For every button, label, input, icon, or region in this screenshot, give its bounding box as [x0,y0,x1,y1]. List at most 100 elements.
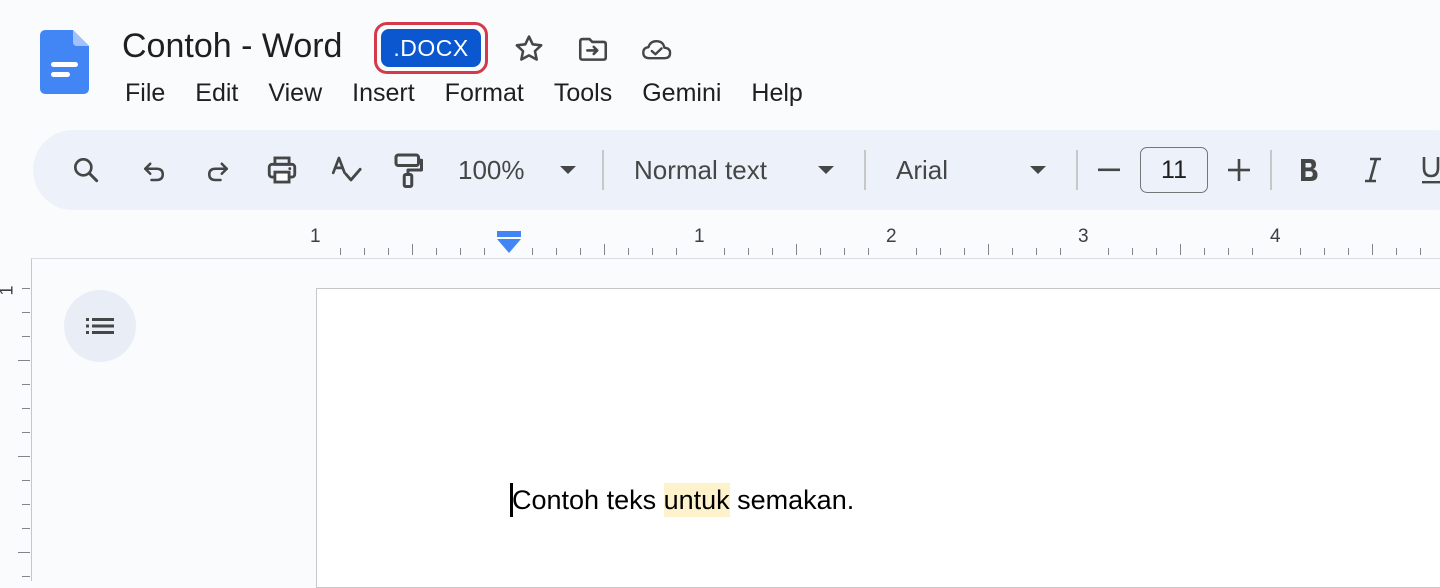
vertical-ruler-tick [22,288,30,289]
font-select[interactable]: Arial [896,146,1016,194]
ruler-number: 1 [694,226,705,247]
ruler-tick [868,248,869,255]
horizontal-ruler[interactable] [0,222,1440,258]
menu-gemini[interactable]: Gemini [627,76,736,110]
ruler-tick [1204,248,1205,255]
spellcheck-icon[interactable] [326,146,366,194]
move-to-folder-icon[interactable] [576,32,610,66]
ruler-tick [796,244,797,255]
ruler-tick [580,248,581,255]
ruler-tick [1420,248,1421,255]
ruler-tick [556,248,557,255]
vertical-ruler[interactable] [0,258,30,580]
ruler-number: 4 [1270,226,1281,247]
ruler-tick [676,248,677,255]
docs-logo-icon[interactable] [40,30,89,94]
vertical-ruler-tick [22,504,30,505]
bold-icon[interactable] [1292,146,1326,194]
vertical-ruler-tick [22,480,30,481]
underline-icon[interactable] [1420,146,1440,194]
document-page[interactable] [316,288,1440,588]
vertical-ruler-tick [22,576,30,577]
ruler-number: 2 [886,226,897,247]
ruler-tick [532,248,533,255]
italic-icon[interactable] [1356,146,1390,194]
cloud-saved-icon[interactable] [640,32,674,66]
ruler-tick [412,244,413,255]
style-dropdown-icon[interactable] [812,146,840,194]
redo-icon[interactable] [198,146,238,194]
document-outline-button[interactable] [64,290,136,362]
ruler-tick [724,248,725,255]
font-dropdown-icon[interactable] [1024,146,1052,194]
ruler-tick [364,248,365,255]
search-icon[interactable] [66,146,106,194]
vertical-ruler-tick [22,408,30,409]
ruler-tick [652,248,653,255]
ruler-tick [628,248,629,255]
star-icon[interactable] [512,32,546,66]
ruler-tick [388,248,389,255]
toolbar-separator [602,150,604,190]
ruler-number: 3 [1078,226,1089,247]
ruler-tick [1060,248,1061,255]
highlighted-word[interactable]: untuk [663,483,730,517]
vertical-ruler-tick [22,432,30,433]
ruler-tick [820,248,821,255]
ruler-tick [964,248,965,255]
print-icon[interactable] [262,146,302,194]
document-body-text[interactable]: Contoh teks untuk semakan. [512,483,854,517]
ruler-tick [484,248,485,255]
file-type-badge[interactable]: .DOCX [381,29,481,67]
ruler-tick [1228,248,1229,255]
menu-tools[interactable]: Tools [539,76,627,110]
file-type-badge-outline: .DOCX [374,22,488,74]
vertical-ruler-tick [22,312,30,313]
ruler-tick [436,248,437,255]
ruler-tick [1156,248,1157,255]
ruler-tick [940,248,941,255]
menu-format[interactable]: Format [430,76,539,110]
toolbar-separator [864,150,866,190]
ruler-tick [1252,248,1253,255]
vertical-ruler-tick [18,552,30,553]
vertical-ruler-tick [22,384,30,385]
ruler-tick [916,248,917,255]
font-size-input[interactable]: 11 [1140,147,1208,193]
ruler-tick [988,244,989,255]
increase-font-icon[interactable] [1222,146,1256,194]
zoom-select[interactable]: 100% [458,146,538,194]
vertical-ruler-tick [22,336,30,337]
indent-marker-icon[interactable] [496,230,522,254]
ruler-tick [1324,248,1325,255]
ruler-tick [604,244,605,255]
toolbar-separator [1270,150,1272,190]
ruler-tick [844,248,845,255]
text-cursor [510,483,513,517]
menu-edit[interactable]: Edit [180,76,253,110]
ruler-tick [1300,248,1301,255]
decrease-font-icon[interactable] [1092,146,1126,194]
paragraph-style-select[interactable]: Normal text [634,146,814,194]
ruler-tick [1348,248,1349,255]
ruler-tick [1132,248,1133,255]
ruler-tick [1108,248,1109,255]
menu-bar: File Edit View Insert Format Tools Gemin… [110,76,818,110]
paint-format-icon[interactable] [388,146,428,194]
ruler-tick [748,248,749,255]
menu-file[interactable]: File [110,76,180,110]
zoom-dropdown-icon[interactable] [554,146,582,194]
ruler-tick [340,248,341,255]
undo-icon[interactable] [134,146,174,194]
menu-insert[interactable]: Insert [337,76,430,110]
ruler-tick [1372,244,1373,255]
ruler-tick [1012,248,1013,255]
menu-view[interactable]: View [253,76,337,110]
ruler-tick [1180,244,1181,255]
ruler-tick [772,248,773,255]
ruler-tick [460,248,461,255]
menu-help[interactable]: Help [736,76,817,110]
vertical-ruler-tick [18,360,30,361]
ruler-tick [1036,248,1037,255]
document-title[interactable]: Contoh - Word [122,24,342,68]
